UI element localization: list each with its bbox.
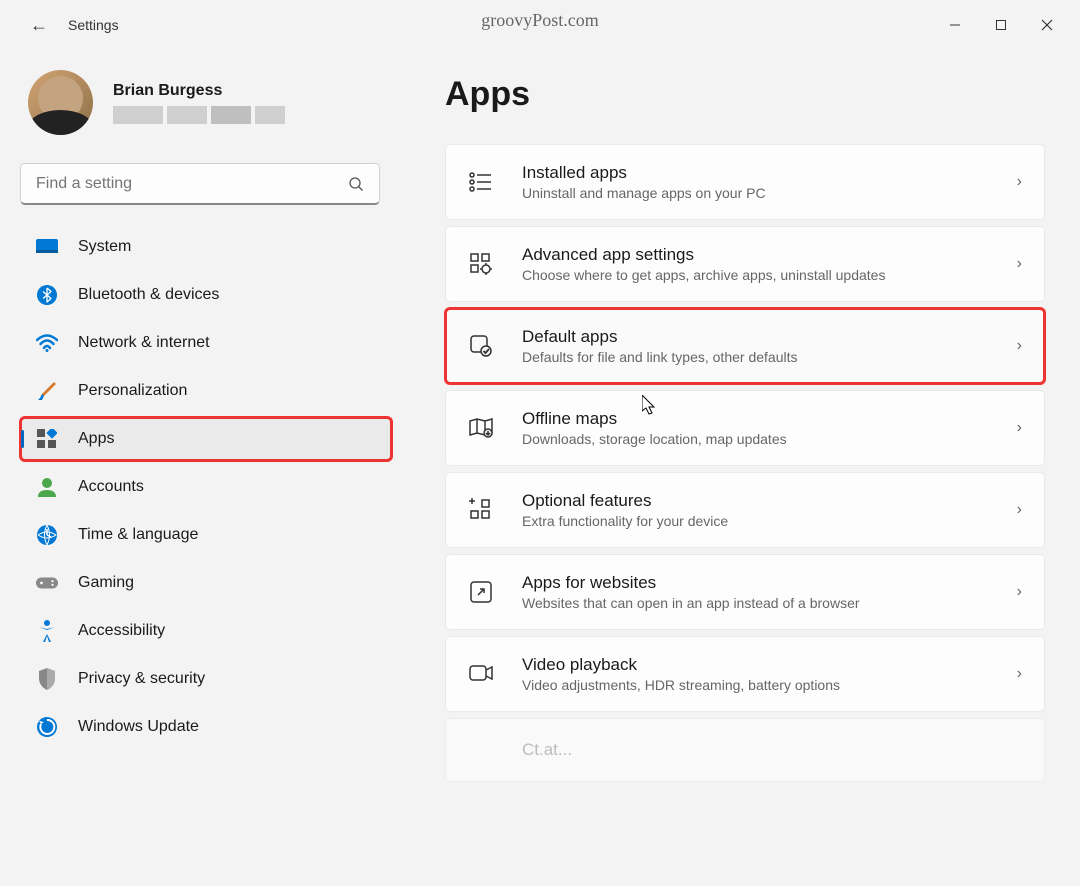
chevron-right-icon: › <box>1017 337 1022 355</box>
card-title: Advanced app settings <box>522 245 989 265</box>
sidebar-item-bluetooth[interactable]: Bluetooth & devices <box>20 273 392 317</box>
profile-name: Brian Burgess <box>113 82 285 100</box>
apps-gear-icon <box>468 251 494 277</box>
chevron-right-icon: › <box>1017 665 1022 683</box>
card-subtitle: Downloads, storage location, map updates <box>522 431 989 447</box>
sidebar-item-accessibility[interactable]: Accessibility <box>20 609 392 653</box>
card-subtitle: Video adjustments, HDR streaming, batter… <box>522 677 989 693</box>
search-box[interactable] <box>20 163 380 205</box>
sidebar-item-accounts[interactable]: Accounts <box>20 465 392 509</box>
sidebar-item-apps[interactable]: Apps <box>20 417 392 461</box>
shield-icon <box>36 668 58 690</box>
search-icon <box>348 176 364 192</box>
sidebar-item-label: Privacy & security <box>78 670 205 688</box>
sidebar-item-label: Windows Update <box>78 718 199 736</box>
card-subtitle: Choose where to get apps, archive apps, … <box>522 267 989 283</box>
accessibility-icon <box>36 620 58 642</box>
chevron-right-icon: › <box>1017 255 1022 273</box>
card-partial[interactable]: Ct.at... <box>445 718 1045 782</box>
card-title: Optional features <box>522 491 989 511</box>
chevron-right-icon: › <box>1017 583 1022 601</box>
sidebar-item-label: Network & internet <box>78 334 210 352</box>
card-title: Offline maps <box>522 409 989 429</box>
apps-icon <box>36 428 58 450</box>
minimize-button[interactable] <box>932 9 978 41</box>
card-title: Video playback <box>522 655 989 675</box>
default-apps-icon <box>468 333 494 359</box>
watermark: groovyPost.com <box>481 10 599 31</box>
close-button[interactable] <box>1024 9 1070 41</box>
map-icon <box>468 415 494 441</box>
back-button[interactable]: ← <box>30 15 48 36</box>
window-controls <box>932 9 1070 41</box>
sidebar-item-privacy[interactable]: Privacy & security <box>20 657 392 701</box>
card-installed-apps[interactable]: Installed apps Uninstall and manage apps… <box>445 144 1045 220</box>
sidebar-item-time[interactable]: Time & language <box>20 513 392 557</box>
sidebar-item-personalization[interactable]: Personalization <box>20 369 392 413</box>
gaming-icon <box>36 572 58 594</box>
bluetooth-icon <box>36 284 58 306</box>
card-video-playback[interactable]: Video playback Video adjustments, HDR st… <box>445 636 1045 712</box>
sidebar-item-label: Time & language <box>78 526 198 544</box>
web-app-icon <box>468 579 494 605</box>
sidebar: Brian Burgess System Bluetooth & devices… <box>0 50 400 886</box>
card-subtitle: Defaults for file and link types, other … <box>522 349 989 365</box>
sidebar-item-network[interactable]: Network & internet <box>20 321 392 365</box>
features-icon <box>468 497 494 523</box>
card-subtitle: Extra functionality for your device <box>522 513 989 529</box>
page-title: Apps <box>445 75 1045 114</box>
wifi-icon <box>36 332 58 354</box>
card-default-apps[interactable]: Default apps Defaults for file and link … <box>445 308 1045 384</box>
profile-email-redacted <box>113 106 285 124</box>
account-icon <box>36 476 58 498</box>
search-input[interactable] <box>36 175 348 193</box>
sidebar-item-label: System <box>78 238 131 256</box>
sidebar-item-label: Accessibility <box>78 622 165 640</box>
card-optional-features[interactable]: Optional features Extra functionality fo… <box>445 472 1045 548</box>
titlebar: ← Settings groovyPost.com <box>0 0 1080 50</box>
sidebar-item-update[interactable]: Windows Update <box>20 705 392 749</box>
sidebar-item-system[interactable]: System <box>20 225 392 269</box>
nav: System Bluetooth & devices Network & int… <box>20 225 400 749</box>
avatar <box>28 70 93 135</box>
sidebar-item-label: Personalization <box>78 382 187 400</box>
main-content: Apps Installed apps Uninstall and manage… <box>400 50 1080 886</box>
card-subtitle: Uninstall and manage apps on your PC <box>522 185 989 201</box>
card-advanced-app-settings[interactable]: Advanced app settings Choose where to ge… <box>445 226 1045 302</box>
sidebar-item-label: Apps <box>78 430 114 448</box>
profile-block[interactable]: Brian Burgess <box>20 70 400 135</box>
sidebar-item-gaming[interactable]: Gaming <box>20 561 392 605</box>
sidebar-item-label: Bluetooth & devices <box>78 286 219 304</box>
list-icon <box>468 169 494 195</box>
update-icon <box>36 716 58 738</box>
card-title: Default apps <box>522 327 989 347</box>
card-title: Apps for websites <box>522 573 989 593</box>
card-title: Installed apps <box>522 163 989 183</box>
sidebar-item-label: Gaming <box>78 574 134 592</box>
video-icon <box>468 661 494 687</box>
brush-icon <box>36 380 58 402</box>
chevron-right-icon: › <box>1017 501 1022 519</box>
chevron-right-icon: › <box>1017 419 1022 437</box>
card-offline-maps[interactable]: Offline maps Downloads, storage location… <box>445 390 1045 466</box>
system-icon <box>36 236 58 258</box>
app-title: Settings <box>68 17 119 33</box>
card-apps-for-websites[interactable]: Apps for websites Websites that can open… <box>445 554 1045 630</box>
time-icon <box>36 524 58 546</box>
card-subtitle: Websites that can open in an app instead… <box>522 595 989 611</box>
maximize-button[interactable] <box>978 9 1024 41</box>
chevron-right-icon: › <box>1017 173 1022 191</box>
sidebar-item-label: Accounts <box>78 478 144 496</box>
